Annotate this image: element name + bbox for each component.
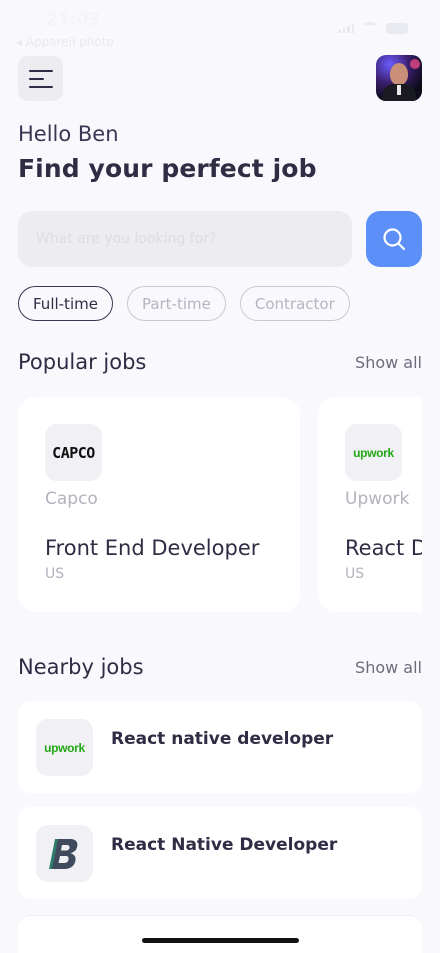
page-title: Find your perfect job	[18, 154, 317, 183]
battery-icon	[386, 22, 408, 34]
nearby-jobs-title: Nearby jobs	[18, 655, 144, 679]
filter-contractor[interactable]: Contractor	[239, 286, 350, 321]
company-logo: upwork	[36, 719, 93, 776]
search-icon	[383, 228, 406, 251]
upwork-logo: upwork	[353, 445, 394, 460]
avatar-face	[390, 63, 408, 85]
job-card[interactable]: upwork Upwork React Developer US	[318, 397, 422, 612]
upwork-logo: upwork	[44, 740, 85, 755]
company-logo: upwork	[345, 424, 402, 481]
avatar-light	[410, 59, 420, 69]
status-time: 21:03	[46, 10, 101, 30]
job-title: Front End Developer	[45, 536, 260, 560]
job-company: Capco	[45, 489, 98, 509]
nearby-job-item[interactable]: React Native Developer	[18, 807, 422, 899]
company-logo	[36, 825, 93, 882]
capco-logo: CAPCO	[52, 443, 95, 462]
job-location: US	[45, 566, 65, 582]
avatar-shirt	[397, 85, 401, 95]
menu-icon-line	[29, 77, 44, 80]
filter-part-time[interactable]: Part-time	[126, 286, 226, 321]
greeting: Hello Ben	[18, 122, 119, 146]
menu-button[interactable]	[18, 56, 63, 101]
avatar[interactable]	[376, 55, 422, 101]
popular-jobs-title: Popular jobs	[18, 350, 147, 374]
job-location: US	[345, 566, 365, 582]
job-title: React Developer	[345, 536, 422, 560]
job-title: React native developer	[111, 729, 334, 749]
signal-icon	[338, 23, 354, 33]
company-logo: CAPCO	[45, 424, 102, 481]
b-logo-icon	[48, 838, 77, 869]
job-type-filters: Full-time Part-time Contractor	[18, 286, 350, 321]
menu-icon-line	[29, 69, 53, 72]
job-card[interactable]: CAPCO Capco Front End Developer US	[18, 397, 300, 612]
menu-icon-line	[29, 85, 53, 88]
search-input[interactable]	[18, 211, 352, 267]
popular-jobs-carousel[interactable]: CAPCO Capco Front End Developer US upwor…	[18, 397, 422, 613]
job-title: React Native Developer	[111, 835, 338, 855]
status-icons	[338, 22, 408, 34]
status-back-link[interactable]: ◂ Appareil photo	[16, 35, 114, 49]
nearby-job-item-partial[interactable]	[18, 915, 422, 953]
home-indicator[interactable]	[142, 938, 299, 943]
filter-full-time[interactable]: Full-time	[18, 286, 113, 321]
nearby-show-all-link[interactable]: Show all	[355, 658, 422, 677]
search-button[interactable]	[366, 211, 422, 267]
job-company: Upwork	[345, 489, 410, 509]
popular-show-all-link[interactable]: Show all	[355, 353, 422, 372]
status-bar: 21:03 ◂ Appareil photo	[0, 0, 440, 50]
wifi-icon	[362, 22, 378, 34]
nearby-job-item[interactable]: upwork React native developer	[18, 701, 422, 793]
